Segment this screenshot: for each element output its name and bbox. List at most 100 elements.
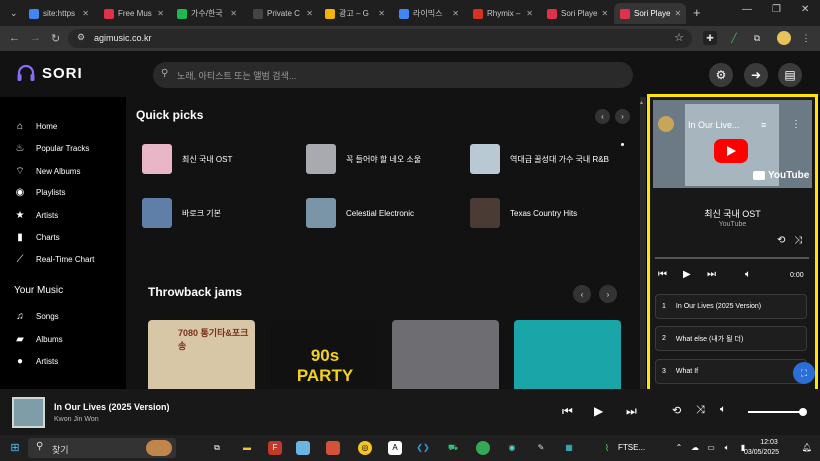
filezilla-icon[interactable]: F (268, 441, 282, 455)
playlist-track[interactable]: 3 What If (655, 359, 807, 384)
volume-slider-handle[interactable] (799, 408, 807, 416)
settings-button[interactable]: ⚙ (709, 63, 733, 87)
youtube-logo[interactable]: YouTube (753, 170, 809, 181)
tab-close-icon[interactable]: ✕ (82, 9, 89, 18)
youtube-video-embed[interactable]: In Our Live... ≡ ⋮ YouTube (653, 100, 812, 188)
app-icon-c[interactable]: A (388, 441, 402, 455)
browser-tab[interactable]: Sori Playe ✕ (614, 3, 686, 24)
quick-pick-item[interactable]: 꼭 들어야 할 네오 소울 (306, 144, 421, 174)
sidebar-music-songs[interactable]: ♫ Songs (14, 311, 58, 322)
profile-card-button[interactable]: ▤ (778, 63, 802, 87)
extensions-puzzle-icon[interactable]: ⧉ (750, 31, 764, 45)
7080-tile[interactable]: 7080 통기타&포크송 (148, 320, 255, 389)
sidebar-item-playlists[interactable]: ◉ Playlists (14, 187, 66, 198)
playlist-track[interactable]: 2 What else (내가 될 더) (655, 326, 807, 351)
shuffle-icon[interactable]: ⤨ (696, 404, 705, 417)
scroll-up-icon[interactable]: ▴ (640, 99, 643, 106)
site-info-icon[interactable]: ⚙ (77, 32, 85, 43)
new-tab-button[interactable]: + (693, 5, 701, 20)
play-icon[interactable]: ▶ (594, 404, 603, 418)
sidebar-item-new-albums[interactable]: ⌔ New Albums (14, 165, 80, 178)
tab-close-icon[interactable]: ✕ (230, 9, 237, 18)
extension-b-icon[interactable]: ╱ (727, 31, 741, 45)
task-view-icon[interactable]: ⧉ (210, 441, 224, 455)
app-icon-g[interactable]: ▦ (562, 441, 576, 455)
browser-tab[interactable]: 라이믹스 ✕ (393, 3, 465, 24)
close-window-icon[interactable]: ✕ (801, 4, 809, 15)
throwback-prev-button[interactable]: ‹ (573, 285, 591, 303)
extension-a-icon[interactable]: ✚ (703, 31, 717, 45)
sidebar-item-real-time-chart[interactable]: ⟋ Real-Time Chart (14, 254, 95, 265)
expand-button[interactable]: ⛶ (793, 362, 815, 384)
cloud-icon[interactable]: ☁ (688, 441, 702, 455)
browser-tab[interactable]: Rhymix – ✕ (467, 3, 539, 24)
address-bar[interactable]: ⚙ agimusic.co.kr ☆ (68, 29, 692, 48)
reload-icon[interactable]: ↻ (51, 32, 60, 45)
app-icon-f[interactable]: ✎ (534, 441, 548, 455)
speaker-icon[interactable]: 🔈︎ (720, 441, 734, 455)
bookmark-star-icon[interactable]: ☆ (674, 31, 684, 44)
sidebar-item-artists[interactable]: ★ Artists (14, 210, 59, 221)
playlist-track[interactable]: 1 In Our Lives (2025 Version) (655, 294, 807, 319)
vscode-icon[interactable]: ❮❯ (416, 441, 430, 455)
tab-close-icon[interactable]: ✕ (526, 9, 533, 18)
sidebar-item-home[interactable]: ⌂ Home (14, 121, 57, 132)
file-explorer-icon[interactable]: ▬ (240, 441, 254, 455)
tab-close-icon[interactable]: ✕ (157, 9, 164, 18)
back-icon[interactable]: ← (9, 32, 20, 44)
volume-icon[interactable]: 🔈︎ (720, 404, 726, 415)
quick-picks-prev-button[interactable]: ‹ (595, 109, 610, 124)
chrome-icon[interactable] (476, 441, 490, 455)
sidebar-music-albums[interactable]: ▰ Albums (14, 334, 63, 345)
tab-close-icon[interactable]: ✕ (306, 9, 313, 18)
repeat-icon[interactable]: ⟲ (672, 404, 681, 417)
profile-avatar-icon[interactable] (777, 31, 791, 45)
notifications-icon[interactable]: 🔔︎ (800, 441, 814, 455)
previous-track-icon[interactable]: ⏮ (658, 269, 667, 280)
volume-slider[interactable] (748, 411, 803, 413)
app-icon-b[interactable] (326, 441, 340, 455)
90s-party-tile[interactable]: 90s PARTY (270, 320, 377, 389)
search-input[interactable]: ⚲ 노래, 아티스트 또는 앨범 검색... (153, 62, 633, 88)
progress-bar[interactable] (655, 257, 809, 259)
browser-tab[interactable]: 가수/한국 ✕ (171, 3, 243, 24)
next-track-icon[interactable]: ⏭ (707, 269, 716, 280)
logout-button[interactable]: ➜ (744, 63, 768, 87)
windows-start-icon[interactable]: ⊞ (8, 441, 22, 455)
previous-track-icon[interactable]: ⏮ (562, 404, 573, 419)
throwback-next-button[interactable]: › (599, 285, 617, 303)
sidebar-item-charts[interactable]: ▮ Charts (14, 232, 59, 243)
play-icon[interactable]: ▶ (683, 269, 691, 280)
tab-close-icon[interactable]: ✕ (601, 9, 608, 18)
youtube-play-button[interactable] (714, 139, 748, 163)
quick-pick-item[interactable]: Texas Country Hits (470, 198, 577, 228)
app-icon-a[interactable] (296, 441, 310, 455)
kakao-icon[interactable]: ◎ (358, 441, 372, 455)
app-icon-e[interactable]: ◉ (505, 441, 519, 455)
quick-pick-item[interactable]: 역대급 꿀성대 가수 국내 R&B (470, 144, 609, 174)
main-scrollbar[interactable]: ▴ (640, 97, 646, 389)
minimize-icon[interactable]: — (742, 4, 752, 15)
volume-icon[interactable]: 🔈︎ (745, 269, 751, 280)
tray-expand-icon[interactable]: ⌃ (672, 441, 686, 455)
next-track-icon[interactable]: ⏭ (626, 404, 637, 419)
portrait-tile[interactable] (392, 320, 499, 389)
sidebar-item-popular-tracks[interactable]: ♨ Popular Tracks (14, 143, 90, 154)
tab-close-icon[interactable]: ✕ (378, 9, 385, 18)
tab-close-icon[interactable]: ✕ (452, 9, 459, 18)
quick-pick-item[interactable]: Celestial Electronic (306, 198, 414, 228)
repeat-icon[interactable]: ⟲ (777, 235, 785, 246)
network-icon[interactable]: ▭ (704, 441, 718, 455)
sori-logo[interactable]: SORI (16, 64, 83, 82)
video-more-icon[interactable]: ⋮ (791, 119, 801, 130)
browser-menu-icon[interactable]: ⋮ (799, 31, 813, 45)
taskbar-search[interactable]: ⚲ 찾기 (28, 438, 176, 458)
sidebar-music-artists[interactable]: ● Artists (14, 356, 58, 367)
shuffle-icon[interactable]: ⤨ (794, 235, 802, 246)
browser-tab[interactable]: Sori Playe ✕ (541, 3, 613, 24)
app-icon-d[interactable]: ⛟ (446, 441, 460, 455)
colorful-tile[interactable] (514, 320, 621, 389)
queue-icon[interactable]: ≡ (761, 120, 766, 130)
forward-icon[interactable]: → (30, 32, 41, 44)
quick-pick-item[interactable]: 최신 국내 OST (142, 144, 232, 174)
